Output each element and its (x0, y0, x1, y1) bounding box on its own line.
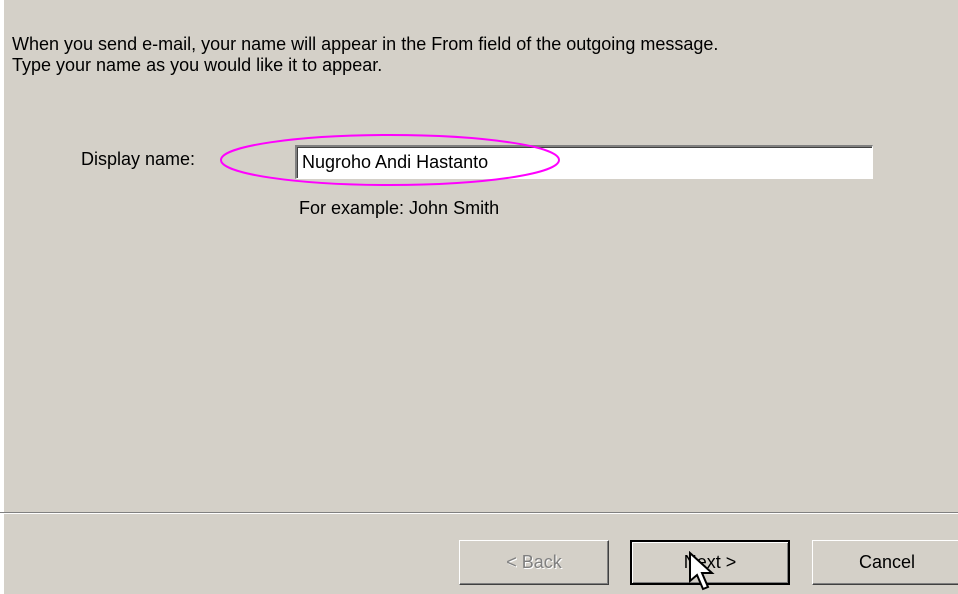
display-name-example: For example: John Smith (299, 198, 500, 218)
footer-divider (0, 512, 958, 514)
window-edge (0, 0, 4, 594)
intro-line-1: When you send e-mail, your name will app… (12, 34, 719, 54)
cancel-button[interactable]: Cancel (812, 540, 958, 585)
next-button[interactable]: Next > (630, 540, 790, 585)
intro-line-2: Type your name as you would like it to a… (12, 55, 383, 75)
intro-text: When you send e-mail, your name will app… (12, 34, 942, 76)
display-name-input[interactable]: Nugroho Andi Hastanto (295, 145, 873, 179)
display-name-value: Nugroho Andi Hastanto (302, 152, 489, 172)
display-name-label: Display name: (81, 149, 196, 169)
back-button[interactable]: < Back (459, 540, 609, 585)
